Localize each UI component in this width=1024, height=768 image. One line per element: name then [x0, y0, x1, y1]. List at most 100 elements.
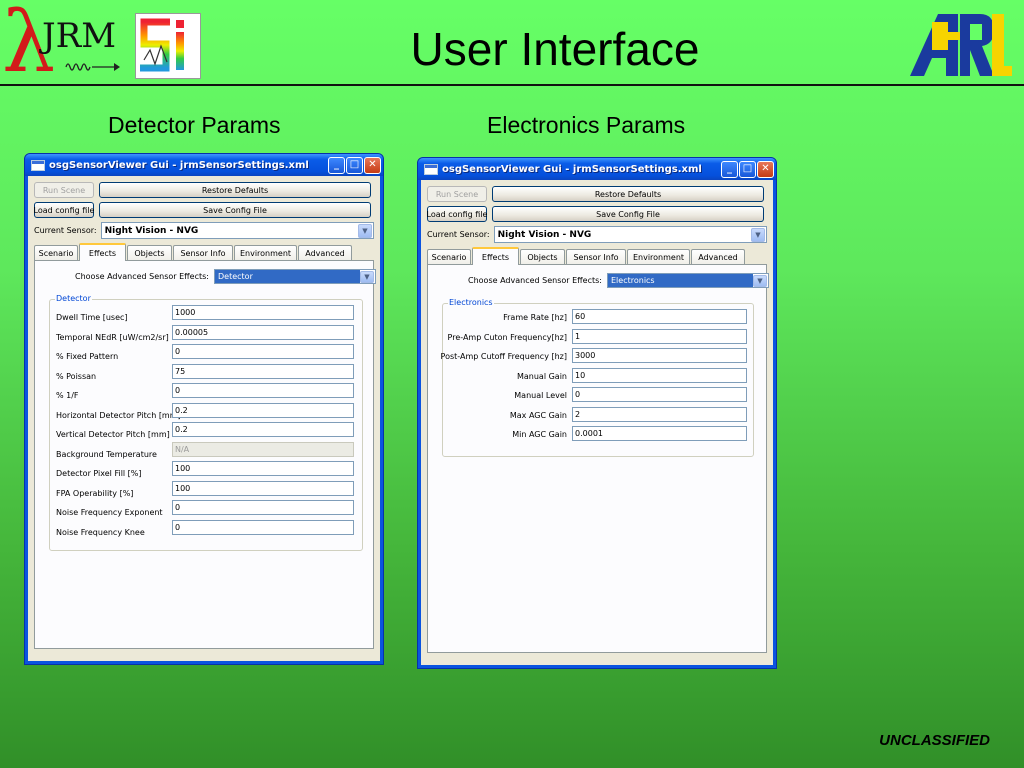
field-input[interactable]: 2 — [572, 407, 747, 422]
field-input[interactable]: 0 — [172, 344, 354, 359]
field-input[interactable]: 3000 — [572, 348, 747, 363]
window-titlebar[interactable]: osgSensorViewer Gui - jrmSensorSettings.… — [25, 154, 383, 176]
field-input[interactable]: 75 — [172, 364, 354, 379]
chevron-down-icon[interactable]: ▼ — [751, 227, 765, 242]
run-scene-button[interactable]: Run Scene — [34, 182, 94, 198]
minimize-icon[interactable]: _ — [721, 160, 738, 178]
current-sensor-value: Night Vision - NVG — [497, 229, 592, 240]
tab-environment[interactable]: Environment — [234, 245, 297, 260]
chevron-down-icon[interactable]: ▼ — [358, 223, 372, 238]
window-titlebar[interactable]: osgSensorViewer Gui - jrmSensorSettings.… — [418, 158, 776, 180]
field-input[interactable]: 100 — [172, 481, 354, 496]
save-config-button[interactable]: Save Config File — [99, 202, 371, 218]
field-one-over-f: % 1/F 0 — [56, 383, 354, 400]
field-min-agc-gain: Min AGC Gain — [512, 430, 567, 439]
field-input[interactable]: 0 — [172, 520, 354, 535]
field-label: Horizontal Detector Pitch [mm] — [56, 411, 181, 420]
window-title: osgSensorViewer Gui - jrmSensorSettings.… — [442, 163, 702, 175]
field-frame-rate: Frame Rate [hz] — [503, 313, 567, 322]
field-max-agc-gain: Max AGC Gain — [510, 411, 567, 420]
tab-environment[interactable]: Environment — [627, 249, 690, 264]
field-dwell-time: Dwell Time [usec] 1000 — [56, 305, 354, 322]
field-input[interactable]: 0.2 — [172, 422, 354, 437]
app-icon — [31, 159, 45, 171]
section-title-electronics: Electronics Params — [487, 112, 686, 138]
minimize-icon[interactable]: _ — [328, 156, 345, 174]
field-horizontal-pitch: Horizontal Detector Pitch [mm] 0.2 — [56, 403, 354, 420]
field-manual-level: Manual Level — [514, 391, 567, 400]
maximize-icon[interactable]: □ — [346, 156, 363, 174]
field-pixel-fill: Detector Pixel Fill [%] 100 — [56, 461, 354, 478]
close-icon[interactable]: ✕ — [757, 160, 774, 178]
field-label: % 1/F — [56, 391, 79, 400]
current-sensor-value: Night Vision - NVG — [104, 225, 199, 236]
restore-defaults-button[interactable]: Restore Defaults — [99, 182, 371, 198]
effects-value: Electronics — [608, 274, 753, 287]
run-scene-button[interactable]: Run Scene — [427, 186, 487, 202]
field-input[interactable]: 0.2 — [172, 403, 354, 418]
field-input[interactable]: 1 — [572, 329, 747, 344]
group-title: Detector — [55, 294, 92, 303]
field-input[interactable]: 0.0001 — [572, 426, 747, 441]
load-config-button[interactable]: Load config file — [427, 206, 487, 222]
chevron-down-icon[interactable]: ▼ — [753, 274, 767, 287]
tab-bar: Scenario Effects Objects Sensor Info Env… — [34, 243, 374, 261]
current-sensor-select[interactable]: Night Vision - NVG ▼ — [493, 226, 767, 243]
arl-logo-icon — [910, 14, 1012, 76]
field-input[interactable]: 0 — [172, 383, 354, 398]
effects-select[interactable]: Detector ▼ — [214, 269, 376, 284]
jrm-logo: λ JRM — [2, 0, 122, 84]
wave-icon — [65, 63, 120, 71]
field-temporal-nedr: Temporal NEdR [uW/cm2/sr] 0.00005 — [56, 325, 354, 342]
app-icon — [424, 163, 438, 175]
field-input[interactable]: 60 — [572, 309, 747, 324]
detector-window: osgSensorViewer Gui - jrmSensorSettings.… — [24, 153, 384, 665]
field-label: Max AGC Gain — [509, 411, 567, 420]
header-divider — [0, 84, 1024, 86]
load-config-button[interactable]: Load config file — [34, 202, 94, 218]
field-fpa-operability: FPA Operability [%] 100 — [56, 481, 354, 498]
field-label: Manual Gain — [516, 372, 567, 381]
field-input[interactable]: 0.00005 — [172, 325, 354, 340]
tab-sensor-info[interactable]: Sensor Info — [173, 245, 233, 260]
group-title: Electronics — [448, 298, 494, 307]
tab-effects[interactable]: Effects — [79, 243, 126, 261]
window-title: osgSensorViewer Gui - jrmSensorSettings.… — [49, 159, 309, 171]
field-label: % Fixed Pattern — [56, 352, 119, 361]
effects-panel: Choose Advanced Sensor Effects: Detector… — [34, 260, 376, 649]
field-label: Detector Pixel Fill [%] — [56, 469, 142, 478]
slide-title: User Interface — [410, 23, 700, 75]
window-client: Run Scene Restore Defaults Load config f… — [28, 176, 380, 661]
field-input[interactable]: 0 — [172, 500, 354, 515]
field-label: FPA Operability [%] — [56, 489, 134, 498]
field-input[interactable]: 100 — [172, 461, 354, 476]
tab-advanced[interactable]: Advanced — [298, 245, 352, 260]
tab-advanced[interactable]: Advanced — [691, 249, 745, 264]
close-icon[interactable]: ✕ — [364, 156, 381, 174]
tab-scenario[interactable]: Scenario — [34, 245, 78, 260]
restore-defaults-button[interactable]: Restore Defaults — [492, 186, 764, 202]
effects-label: Choose Advanced Sensor Effects: — [468, 276, 602, 285]
save-config-button[interactable]: Save Config File — [492, 206, 764, 222]
tab-objects[interactable]: Objects — [127, 245, 172, 260]
field-label: Min AGC Gain — [512, 430, 567, 439]
tab-objects[interactable]: Objects — [520, 249, 565, 264]
field-input[interactable]: 10 — [572, 368, 747, 383]
field-label: Manual Level — [514, 391, 567, 400]
classification-label: UNCLASSIFIED — [879, 732, 990, 749]
field-label: Vertical Detector Pitch [mm] — [56, 430, 170, 439]
tab-bar: Scenario Effects Objects Sensor Info Env… — [427, 247, 767, 265]
maximize-icon[interactable]: □ — [739, 160, 756, 178]
electronics-window: osgSensorViewer Gui - jrmSensorSettings.… — [417, 157, 777, 669]
tab-sensor-info[interactable]: Sensor Info — [566, 249, 626, 264]
effects-value: Detector — [215, 270, 360, 283]
field-input[interactable]: 0 — [572, 387, 747, 402]
field-vertical-pitch: Vertical Detector Pitch [mm] 0.2 — [56, 422, 354, 439]
current-sensor-select[interactable]: Night Vision - NVG ▼ — [100, 222, 374, 239]
field-input[interactable]: 1000 — [172, 305, 354, 320]
field-postamp-cutoff: Post-Amp Cutoff Frequency [hz] — [441, 352, 567, 361]
tab-scenario[interactable]: Scenario — [427, 249, 471, 264]
chevron-down-icon[interactable]: ▼ — [360, 270, 374, 283]
effects-select[interactable]: Electronics ▼ — [607, 273, 769, 288]
tab-effects[interactable]: Effects — [472, 247, 519, 265]
